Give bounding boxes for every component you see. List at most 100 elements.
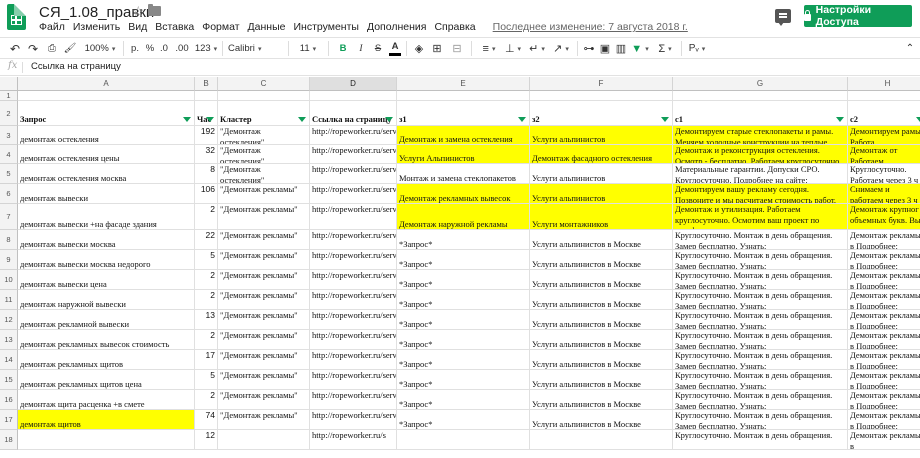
functions-icon[interactable]: Σ — [655, 41, 675, 56]
row-header[interactable]: 10 — [0, 270, 18, 290]
table-cell[interactable]: Круглосуточно. Монтаж в день обращения. … — [673, 370, 848, 390]
table-cell[interactable] — [218, 430, 310, 450]
table-cell[interactable]: Демонтаж рекламы в Подробнее: — [848, 390, 920, 410]
table-cell[interactable]: 2 — [195, 290, 218, 310]
last-edit-link[interactable]: Последнее изменение: 7 августа 2018 г. — [493, 21, 688, 35]
redo-icon[interactable]: ↷ — [26, 41, 40, 56]
table-cell[interactable]: http://ropeworker.ru/services/montage/ — [310, 350, 397, 370]
table-cell[interactable]: Монтаж и замена стеклопакетов — [397, 164, 530, 184]
font-select[interactable]: Calibri — [228, 41, 284, 56]
header-cell[interactable]: з2 — [530, 101, 673, 126]
table-cell[interactable]: Демонтаж рекламных вывесок — [397, 184, 530, 204]
table-cell[interactable] — [848, 91, 920, 101]
table-cell[interactable]: Круглосуточно. Монтаж в день обращения. … — [673, 310, 848, 330]
increase-decimal-button[interactable]: .00 — [173, 41, 191, 56]
filter-dropdown-icon[interactable] — [518, 117, 526, 122]
filter-icon[interactable]: ▼ — [630, 41, 650, 56]
table-cell[interactable]: *Запрос* — [397, 250, 530, 270]
table-cell[interactable]: демонтаж остекления цены — [18, 145, 195, 164]
filter-dropdown-icon[interactable] — [836, 117, 844, 122]
table-cell[interactable] — [310, 91, 397, 101]
borders-icon[interactable]: ⊞ — [430, 41, 444, 56]
row-header[interactable]: 17 — [0, 410, 18, 430]
table-cell[interactable]: 5 — [195, 250, 218, 270]
table-cell[interactable]: *Запрос* — [397, 410, 530, 430]
column-header-f[interactable]: F — [530, 77, 673, 91]
row-header[interactable]: 2 — [0, 101, 18, 126]
table-cell[interactable]: 192 — [195, 126, 218, 145]
table-cell[interactable]: Снимаем и работаем через 3 ч — [848, 184, 920, 204]
row-header[interactable]: 8 — [0, 230, 18, 250]
table-cell[interactable] — [530, 91, 673, 101]
table-cell[interactable]: "Демонтаж рекламы" — [218, 370, 310, 390]
menu-item[interactable]: Инструменты — [293, 21, 358, 35]
star-icon[interactable]: ☆ — [132, 3, 145, 20]
insert-comment-icon[interactable]: ▣ — [598, 41, 612, 56]
table-cell[interactable]: "Демонтаж рекламы" — [218, 184, 310, 204]
filter-dropdown-icon[interactable] — [916, 117, 920, 122]
table-cell[interactable]: демонтаж наружной вывески — [18, 290, 195, 310]
table-cell[interactable]: демонтаж рекламных щитов — [18, 350, 195, 370]
row-header[interactable]: 9 — [0, 250, 18, 270]
table-cell[interactable]: "Демонтаж рекламы" — [218, 290, 310, 310]
table-cell[interactable]: Круглосуточно. Монтаж в день обращения. … — [673, 250, 848, 270]
spreadsheet-grid[interactable]: A B C D E F G H 1 2 Запрос Час Кластер Ссылка на стра… — [0, 77, 920, 458]
column-header-a[interactable]: A — [18, 77, 195, 91]
percent-format-button[interactable]: % — [145, 41, 155, 56]
column-header-b[interactable]: B — [195, 77, 218, 91]
table-cell[interactable]: Круглосуточно. Монтаж в день обращения. … — [673, 290, 848, 310]
table-cell[interactable]: http://ropeworker.ru/services/montage/ — [310, 290, 397, 310]
column-header-h[interactable]: H — [848, 77, 920, 91]
horizontal-align-icon[interactable]: ≡ — [479, 41, 499, 56]
fill-color-icon[interactable]: ◈ — [412, 41, 426, 56]
filter-dropdown-icon[interactable] — [298, 117, 306, 122]
font-size-select[interactable]: 11 — [296, 41, 320, 56]
collapse-toolbar-icon[interactable]: ⌃ — [904, 41, 916, 56]
table-cell[interactable] — [218, 91, 310, 101]
more-formats-select[interactable]: 123 — [194, 41, 218, 56]
table-cell[interactable]: http://ropeworker.ru/services/montage/ — [310, 270, 397, 290]
table-cell[interactable]: Услуги альпинистов в Москве — [530, 390, 673, 410]
menu-item[interactable]: Дополнения — [367, 21, 426, 35]
table-cell[interactable]: Услуги альпинистов в Москве — [530, 270, 673, 290]
menu-item[interactable]: Формат — [202, 21, 239, 35]
menu-item[interactable]: Файл — [39, 21, 65, 35]
table-cell[interactable]: "Демонтаж остекления" — [218, 164, 310, 184]
table-cell[interactable] — [397, 91, 530, 101]
table-cell[interactable]: Услуги альпинистов в Москве — [530, 230, 673, 250]
table-cell[interactable]: http://ropeworker.ru/services/montage/ — [310, 410, 397, 430]
table-cell[interactable]: *Запрос* — [397, 270, 530, 290]
table-cell[interactable]: Демонтаж и реконструкция остекления. Осм… — [673, 145, 848, 164]
row-header[interactable]: 15 — [0, 370, 18, 390]
table-cell[interactable]: http://ropeworker.ru/services/montage/ — [310, 204, 397, 230]
column-header-e[interactable]: E — [397, 77, 530, 91]
table-cell[interactable]: Демонтаж рекламы в Подробнее: — [848, 270, 920, 290]
table-cell[interactable]: http://ropeworker.ru/services/glasses/ — [310, 145, 397, 164]
table-cell[interactable]: 2 — [195, 204, 218, 230]
table-cell[interactable]: 2 — [195, 270, 218, 290]
table-cell[interactable]: Демонтируем старые стеклопакеты и рамы. … — [673, 126, 848, 145]
table-cell[interactable]: "Демонтаж рекламы" — [218, 390, 310, 410]
table-cell[interactable] — [530, 430, 673, 450]
row-header[interactable]: 1 — [0, 91, 18, 101]
table-cell[interactable]: 2 — [195, 330, 218, 350]
bold-button[interactable]: B — [337, 41, 349, 56]
table-cell[interactable]: Демонтируем рамы. Работа — [848, 126, 920, 145]
table-cell[interactable]: демонтаж вывески — [18, 184, 195, 204]
table-cell[interactable]: Услуги альпинистов в Москве — [530, 370, 673, 390]
table-cell[interactable]: Круглосуточно. Монтаж в день обращения. … — [673, 330, 848, 350]
italic-icon[interactable]: I — [355, 41, 367, 56]
table-cell[interactable]: Услуги альпинистов в Москве — [530, 290, 673, 310]
row-header[interactable]: 11 — [0, 290, 18, 310]
share-button[interactable]: Настройки Доступа — [804, 4, 912, 28]
table-cell[interactable]: *Запрос* — [397, 390, 530, 410]
table-cell[interactable]: Демонтаж рекламы в Подробнее: — [848, 290, 920, 310]
table-cell[interactable]: Демонтаж рекламы в Подробнее: — [848, 310, 920, 330]
table-cell[interactable]: Демонтаж фасадного остекления — [530, 145, 673, 164]
table-cell[interactable]: Услуги альпинистов — [530, 184, 673, 204]
column-header-c[interactable]: C — [218, 77, 310, 91]
table-cell[interactable]: 5 — [195, 370, 218, 390]
table-cell[interactable]: "Демонтаж рекламы" — [218, 250, 310, 270]
table-cell[interactable]: Круглосуточно. Монтаж в день обращения. … — [673, 410, 848, 430]
table-cell[interactable]: http://ropeworker.ru/services/montage/ — [310, 250, 397, 270]
